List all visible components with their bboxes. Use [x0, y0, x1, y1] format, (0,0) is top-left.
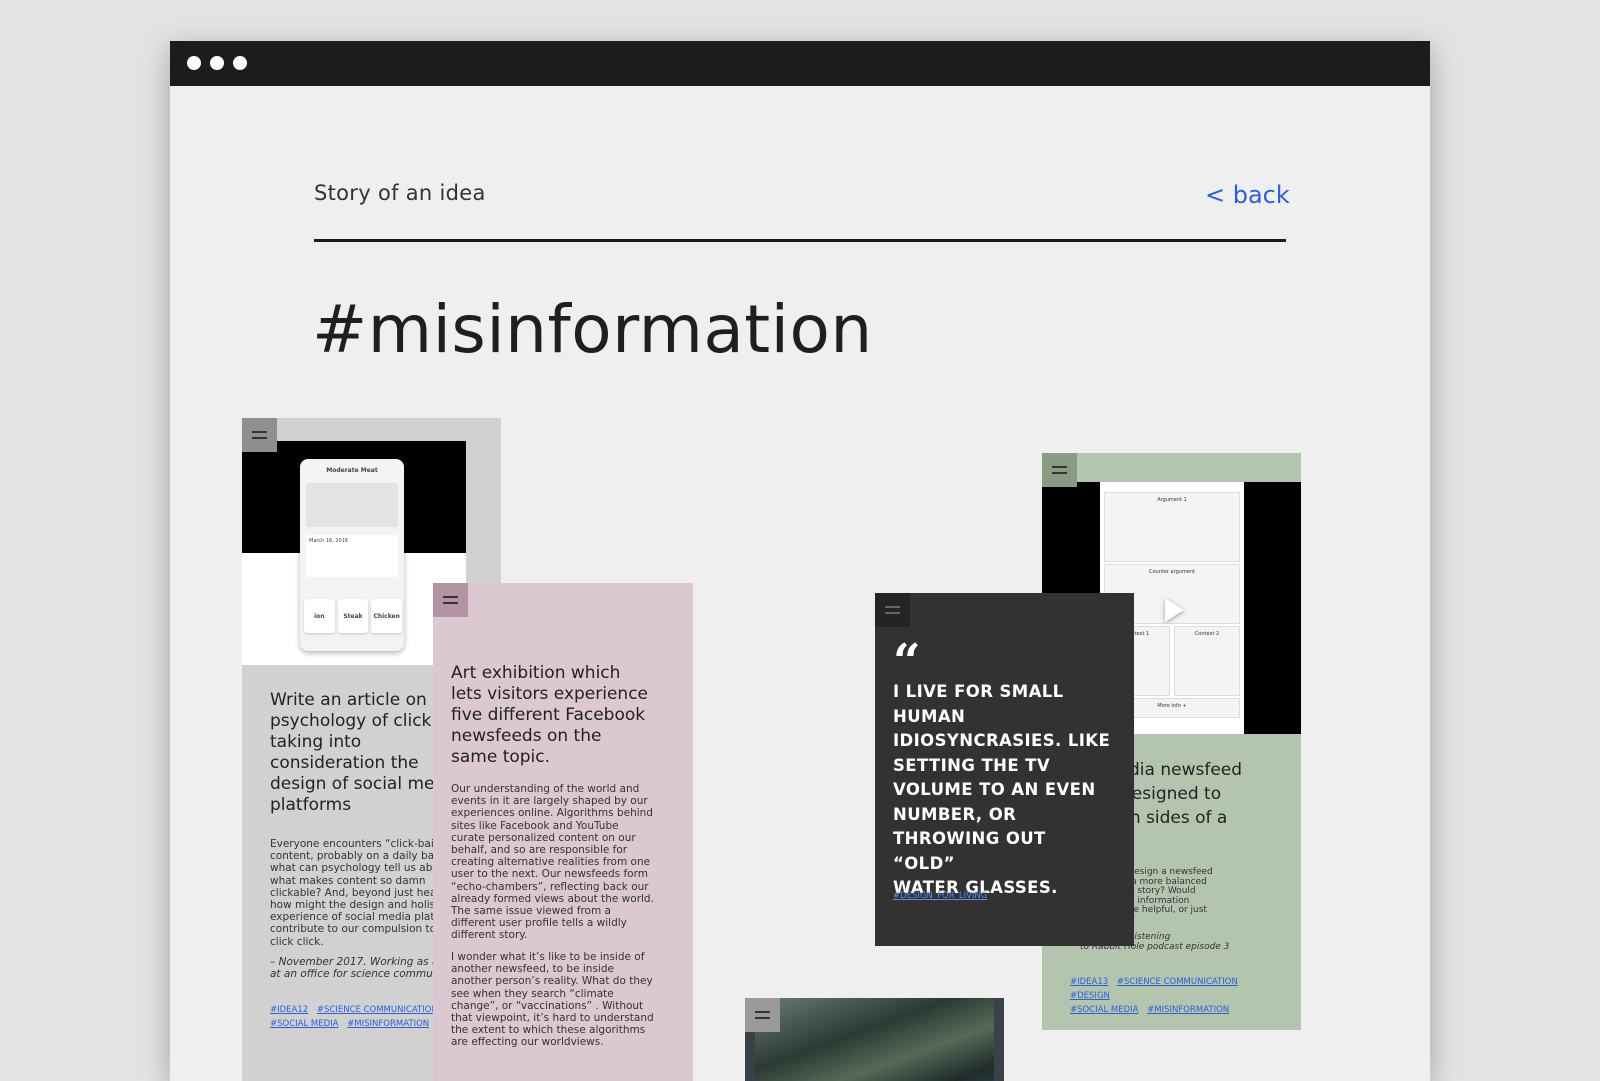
tag-link[interactable]: #DESIGN	[1070, 991, 1110, 1001]
window-dot-icon[interactable]	[210, 56, 224, 70]
tag-link[interactable]: #SCIENCE COMMUNICATION	[1117, 977, 1238, 987]
drag-handle-icon[interactable]	[745, 998, 780, 1032]
phone-date: March 16, 2016	[306, 535, 398, 577]
card-tags: #DESIGN_FOR_LIVING	[893, 889, 993, 903]
wireframe-box: Argument 1	[1104, 492, 1240, 562]
quote-text: I LIVE FOR SMALL HUMAN IDIOSYNCRASIES. L…	[893, 682, 1111, 897]
play-icon[interactable]	[1165, 598, 1184, 622]
tag-link[interactable]: #SCIENCE COMMUNICATION	[317, 1005, 438, 1015]
phone-map	[306, 483, 398, 527]
image-card[interactable]	[745, 998, 1004, 1081]
card-body: Everyone encounters “click-bai content, …	[270, 838, 439, 948]
card-title: Art exhibition which lets visitors exper…	[451, 663, 649, 767]
exhibition-card[interactable]: Art exhibition which lets visitors exper…	[433, 583, 693, 1081]
header-divider	[314, 239, 1286, 242]
page-title: #misinformation	[312, 291, 873, 368]
tag-link[interactable]: #IDEA12	[270, 1005, 308, 1015]
window-dot-icon[interactable]	[187, 56, 201, 70]
drag-handle-icon[interactable]	[1042, 453, 1077, 487]
quote-card[interactable]: “ I LIVE FOR SMALL HUMAN IDIOSYNCRASIES.…	[875, 593, 1134, 946]
tag-link[interactable]: #MISINFORMATION	[347, 1019, 429, 1029]
food-option: Chicken	[371, 599, 403, 633]
phone-app-title: Moderate Meat	[326, 467, 378, 474]
drag-handle-icon[interactable]	[242, 418, 277, 452]
tag-link[interactable]: #SOCIAL MEDIA	[270, 1019, 338, 1029]
mountain-photo	[755, 998, 994, 1081]
card-note: – November 2017. Working as a at an offi…	[270, 956, 440, 981]
card-body: Our understanding of the world and event…	[451, 783, 654, 942]
drag-handle-icon[interactable]	[875, 593, 910, 627]
tag-link[interactable]: #DESIGN_FOR_LIVING	[893, 891, 987, 901]
food-option: ion	[304, 599, 335, 633]
food-option: Steak	[337, 599, 369, 633]
quote-icon: “	[893, 634, 921, 690]
back-link[interactable]: < back	[1205, 181, 1290, 209]
tag-link[interactable]: #MISINFORMATION	[1147, 1005, 1229, 1015]
browser-window: Story of an idea < back #misinformation …	[170, 41, 1430, 1081]
card-tags: #IDEA13 #SCIENCE COMMUNICATION #DESIGN #…	[1070, 975, 1290, 1017]
drag-handle-icon[interactable]	[433, 583, 468, 617]
card-body: e design a newsfeed ts a more balanced e…	[1120, 867, 1213, 924]
tag-link[interactable]: #SOCIAL MEDIA	[1070, 1005, 1138, 1015]
window-titlebar	[170, 41, 1430, 86]
wireframe-box: Context 2	[1174, 626, 1240, 696]
window-dot-icon[interactable]	[233, 56, 247, 70]
card-body: I wonder what it’s like to be inside of …	[451, 951, 654, 1049]
tag-link[interactable]: #IDEA13	[1070, 977, 1108, 987]
phone-food-options: ion Steak Chicken	[304, 599, 403, 633]
phone-mockup: Moderate Meat March 16, 2016 ion Steak C…	[300, 459, 404, 651]
section-label: Story of an idea	[314, 181, 486, 205]
